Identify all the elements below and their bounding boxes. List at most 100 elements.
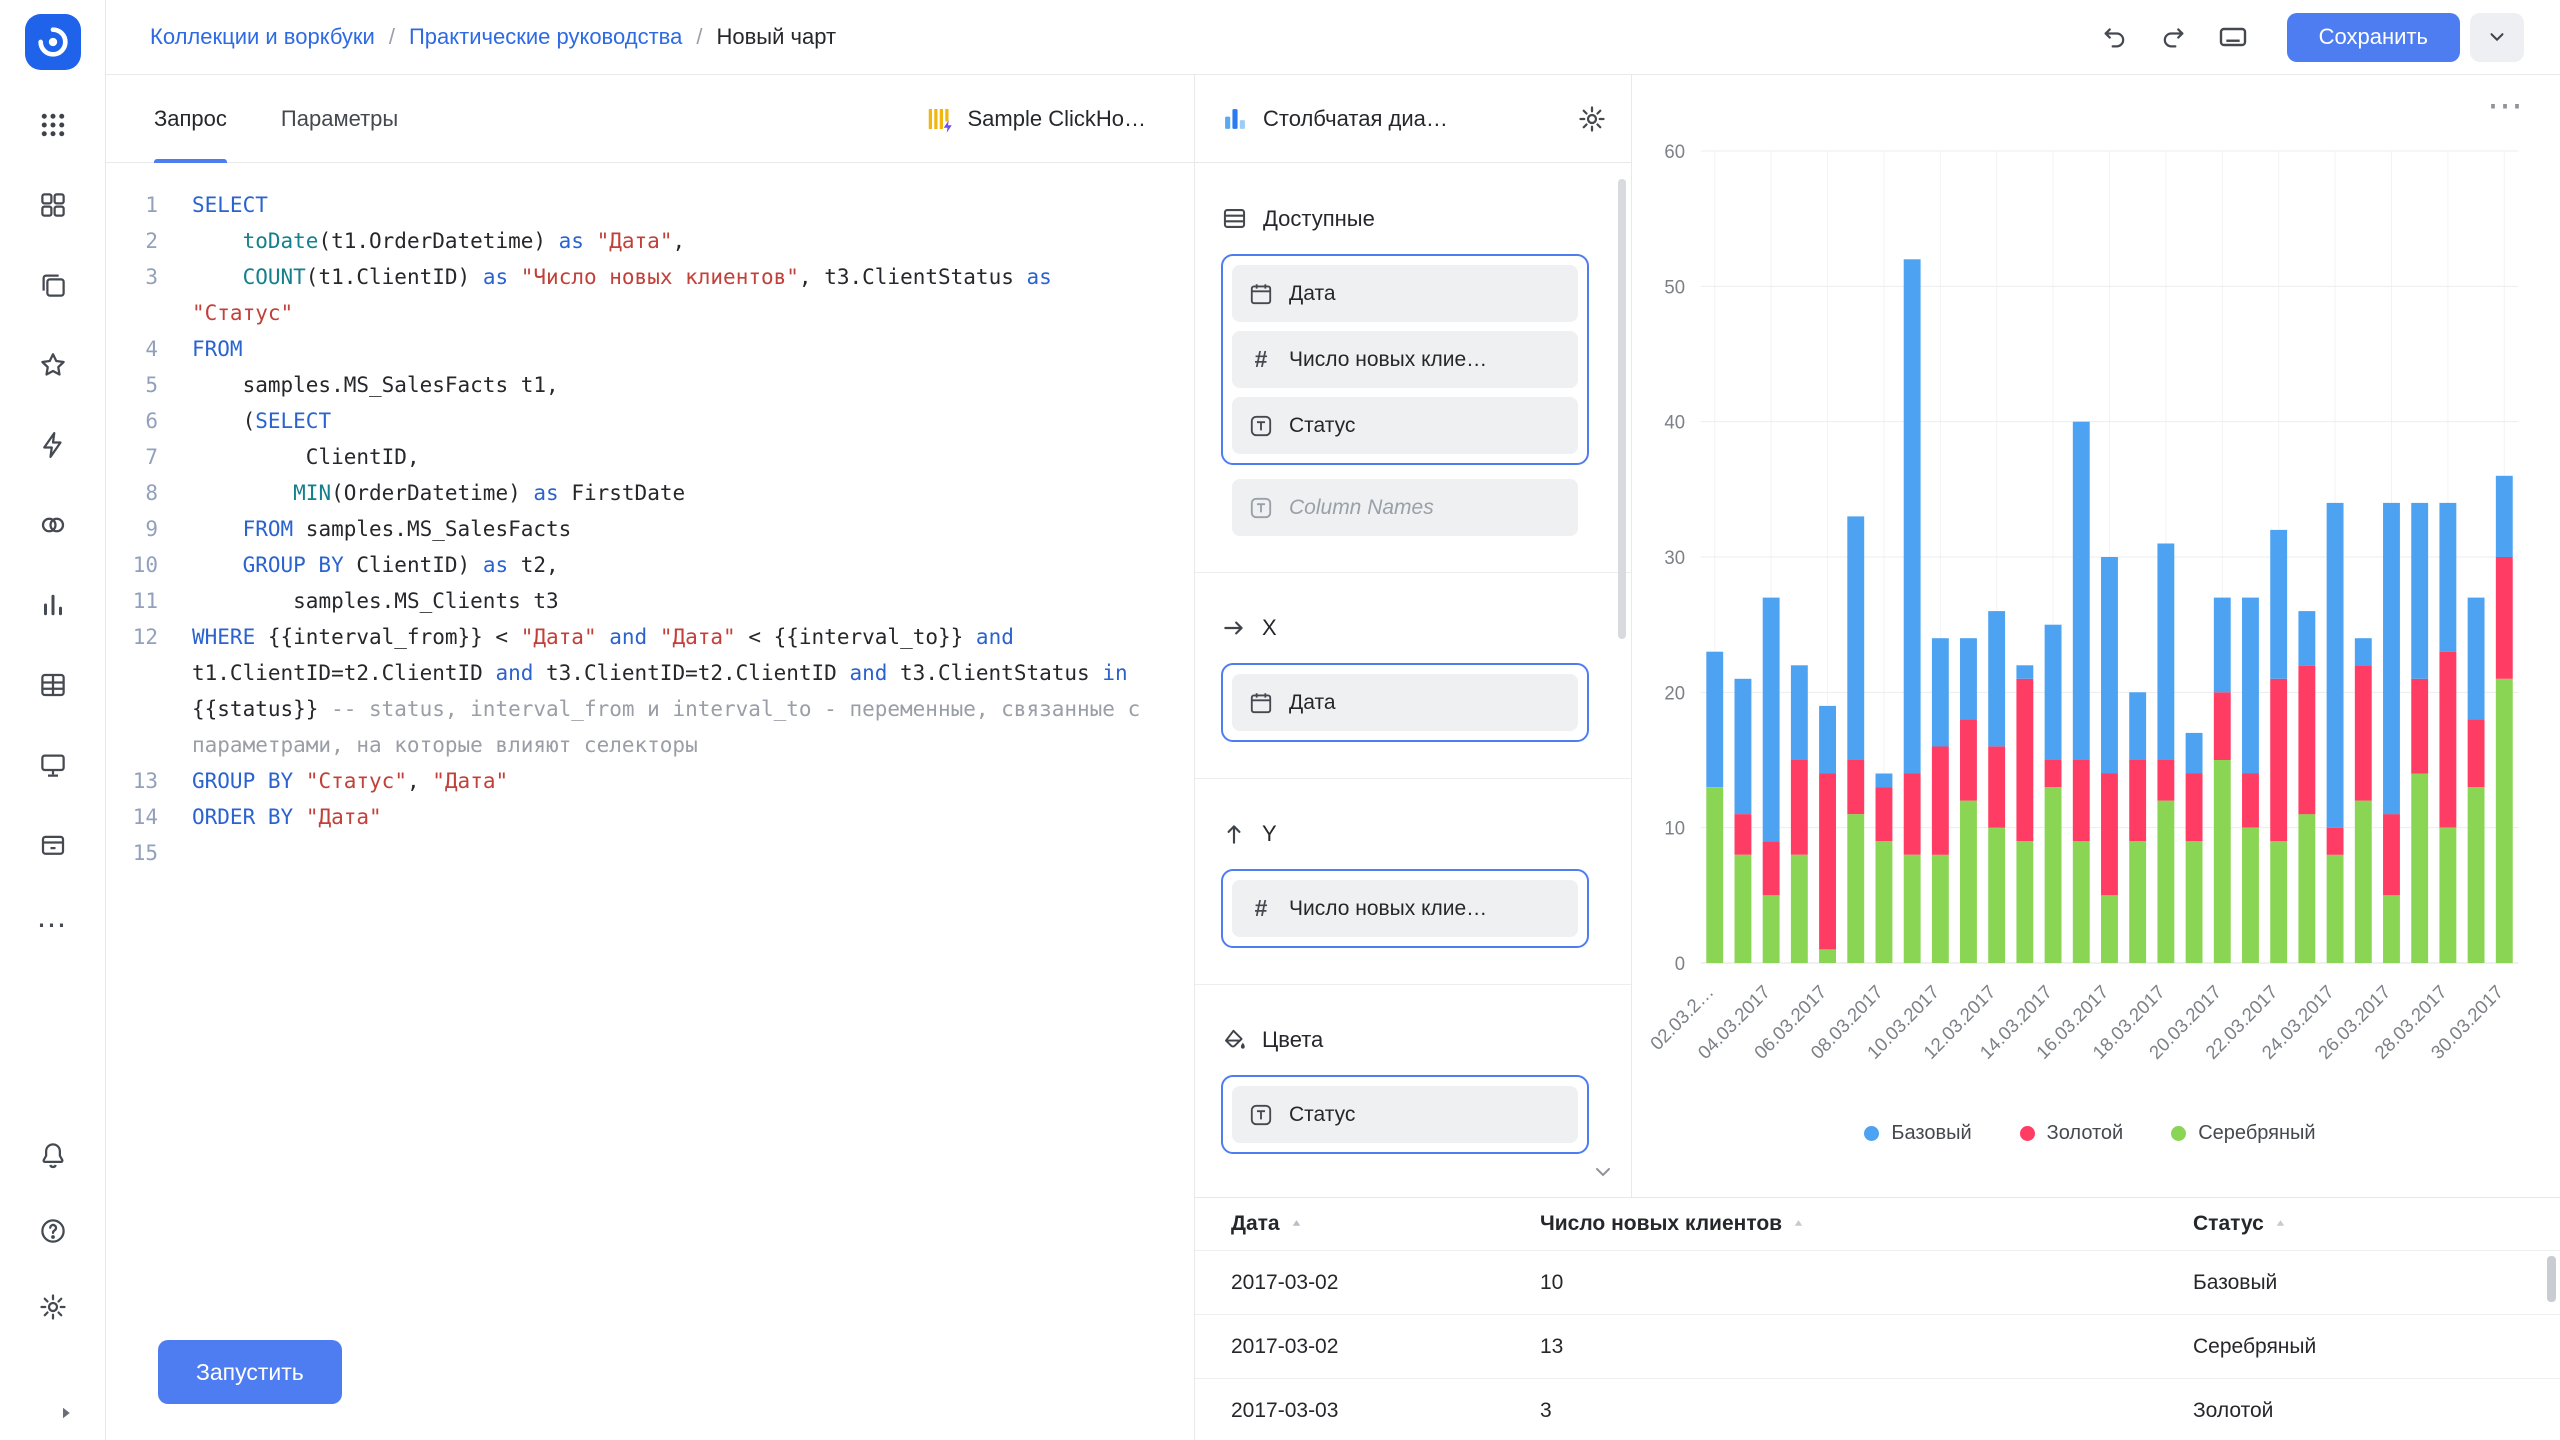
stacked-bar-chart[interactable]: 010203040506002.03.2…04.03.201706.03.201… <box>1646 137 2534 1122</box>
code-text[interactable]: MIN(OrderDatetime) as FirstDate <box>192 475 1194 511</box>
code-text[interactable]: GROUP BY ClientID) as t2, <box>192 547 1194 583</box>
workbooks-icon[interactable] <box>36 268 70 302</box>
field-chip-status[interactable]: Статус <box>1232 397 1578 454</box>
code-text[interactable] <box>192 835 1194 871</box>
code-line[interactable]: 10 GROUP BY ClientID) as t2, <box>106 547 1194 583</box>
table-cell: 13 <box>1540 1335 2193 1359</box>
tab-parameters[interactable]: Параметры <box>281 75 398 162</box>
column-chart-icon <box>1221 105 1249 133</box>
code-line[interactable]: 12WHERE {{interval_from}} < "Дата" and "… <box>106 619 1194 763</box>
column-header-new-clients[interactable]: Число новых клиентов <box>1540 1212 2193 1236</box>
table-row[interactable]: 2017-03-0210Базовый <box>1195 1250 2560 1314</box>
breadcrumb-collections[interactable]: Коллекции и воркбуки <box>150 24 375 50</box>
table-row[interactable]: 2017-03-033Золотой <box>1195 1378 2560 1440</box>
code-text[interactable]: samples.MS_Clients t3 <box>192 583 1194 619</box>
monitoring-screen-icon[interactable] <box>36 748 70 782</box>
undo-icon[interactable] <box>2101 23 2129 51</box>
code-text[interactable]: ORDER BY "Дата" <box>192 799 1194 835</box>
run-button[interactable]: Запустить <box>158 1340 342 1404</box>
code-line[interactable]: 13GROUP BY "Статус", "Дата" <box>106 763 1194 799</box>
chart-type-selector[interactable]: Столбчатая диа… <box>1221 105 1448 133</box>
redo-icon[interactable] <box>2159 23 2187 51</box>
code-line[interactable]: 2 toDate(t1.OrderDatetime) as "Дата", <box>106 223 1194 259</box>
chevron-down-icon <box>2486 26 2508 48</box>
favorites-star-icon[interactable] <box>36 348 70 382</box>
legend-item[interactable]: Серебряный <box>2171 1122 2315 1145</box>
legend-item[interactable]: Базовый <box>1864 1122 1971 1145</box>
code-line[interactable]: 8 MIN(OrderDatetime) as FirstDate <box>106 475 1194 511</box>
tab-query[interactable]: Запрос <box>154 75 227 162</box>
fields-table-icon <box>1221 205 1248 232</box>
tables-grid-icon[interactable] <box>36 668 70 702</box>
breadcrumb-guides[interactable]: Практические руководства <box>409 24 682 50</box>
code-line[interactable]: 5 samples.MS_SalesFacts t1, <box>106 367 1194 403</box>
code-text[interactable]: samples.MS_SalesFacts t1, <box>192 367 1194 403</box>
text-icon <box>1248 495 1274 521</box>
table-row[interactable]: 2017-03-0213Серебряный <box>1195 1314 2560 1378</box>
code-text[interactable]: toDate(t1.OrderDatetime) as "Дата", <box>192 223 1194 259</box>
sql-editor[interactable]: 1SELECT2 toDate(t1.OrderDatetime) as "Да… <box>106 163 1194 1440</box>
collapse-sidebar-icon[interactable] <box>49 1396 83 1430</box>
legend-label: Золотой <box>2047 1122 2124 1145</box>
scrollbar-thumb[interactable] <box>1618 179 1626 639</box>
help-icon[interactable] <box>36 1214 70 1248</box>
code-text[interactable]: (SELECT <box>192 403 1194 439</box>
field-chip-date[interactable]: Дата <box>1232 674 1578 731</box>
connection-selector[interactable]: Sample ClickHo… <box>925 104 1147 134</box>
line-number: 1 <box>106 187 192 223</box>
code-line[interactable]: 4FROM <box>106 331 1194 367</box>
chart-more-menu-icon[interactable]: ⋯ <box>2487 87 2526 123</box>
colors-title-row: Цвета <box>1221 1027 1589 1053</box>
save-options-chevron-button[interactable] <box>2470 13 2524 62</box>
charts-icon[interactable] <box>36 588 70 622</box>
code-line[interactable]: 11 samples.MS_Clients t3 <box>106 583 1194 619</box>
code-line[interactable]: 3 COUNT(t1.ClientID) as "Число новых кли… <box>106 259 1194 331</box>
legend-item[interactable]: Золотой <box>2020 1122 2124 1145</box>
code-line[interactable]: 1SELECT <box>106 187 1194 223</box>
top-actions: Сохранить <box>2101 13 2524 62</box>
storage-box-icon[interactable] <box>36 828 70 862</box>
field-chip-date[interactable]: Дата <box>1232 265 1578 322</box>
code-text[interactable]: WHERE {{interval_from}} < "Дата" and "Да… <box>192 619 1194 763</box>
datalens-logo[interactable] <box>25 14 81 70</box>
code-text[interactable]: GROUP BY "Статус", "Дата" <box>192 763 1194 799</box>
keyboard-icon[interactable] <box>2217 21 2249 53</box>
code-line[interactable]: 15 <box>106 835 1194 871</box>
code-text[interactable]: ClientID, <box>192 439 1194 475</box>
connections-lightning-icon[interactable] <box>36 428 70 462</box>
more-icon[interactable]: ⋯ <box>36 908 70 942</box>
result-table-panel: Дата Число новых клиентов Статус 2017-03… <box>1195 1197 2560 1440</box>
field-chip-column-names[interactable]: Column Names <box>1232 479 1578 536</box>
code-line[interactable]: 9 FROM samples.MS_SalesFacts <box>106 511 1194 547</box>
datasets-icon[interactable] <box>36 508 70 542</box>
save-button[interactable]: Сохранить <box>2287 13 2460 62</box>
code-line[interactable]: 6 (SELECT <box>106 403 1194 439</box>
apps-grid-icon[interactable] <box>36 108 70 142</box>
datalens-swirl-icon <box>33 22 73 62</box>
text-icon <box>1248 413 1274 439</box>
main-area: Коллекции и воркбуки / Практические руко… <box>106 0 2560 1440</box>
field-chip-status[interactable]: Статус <box>1232 1086 1578 1143</box>
chevron-down-icon[interactable] <box>1591 1160 1615 1189</box>
line-number: 10 <box>106 547 192 583</box>
sort-arrow-icon <box>2273 1217 2288 1232</box>
settings-gear-icon[interactable] <box>36 1290 70 1324</box>
chart-settings-gear-icon[interactable] <box>1577 104 1607 134</box>
table-scrollbar-thumb[interactable] <box>2547 1256 2556 1302</box>
column-label: Число новых клиентов <box>1540 1212 1782 1236</box>
notifications-bell-icon[interactable] <box>36 1138 70 1172</box>
field-chip-new-clients[interactable]: # Число новых клие… <box>1232 331 1578 388</box>
code-text[interactable]: SELECT <box>192 187 1194 223</box>
code-text[interactable]: FROM <box>192 331 1194 367</box>
field-chip-new-clients[interactable]: # Число новых клие… <box>1232 880 1578 937</box>
column-header-date[interactable]: Дата <box>1231 1212 1540 1236</box>
code-line[interactable]: 14ORDER BY "Дата" <box>106 799 1194 835</box>
code-text[interactable]: FROM samples.MS_SalesFacts <box>192 511 1194 547</box>
dashboards-icon[interactable] <box>36 188 70 222</box>
field-label: Статус <box>1289 1103 1355 1127</box>
legend-dot <box>2171 1126 2186 1141</box>
column-header-status[interactable]: Статус <box>2193 1212 2524 1236</box>
code-line[interactable]: 7 ClientID, <box>106 439 1194 475</box>
sort-arrow-icon <box>1289 1217 1304 1232</box>
code-text[interactable]: COUNT(t1.ClientID) as "Число новых клиен… <box>192 259 1194 331</box>
